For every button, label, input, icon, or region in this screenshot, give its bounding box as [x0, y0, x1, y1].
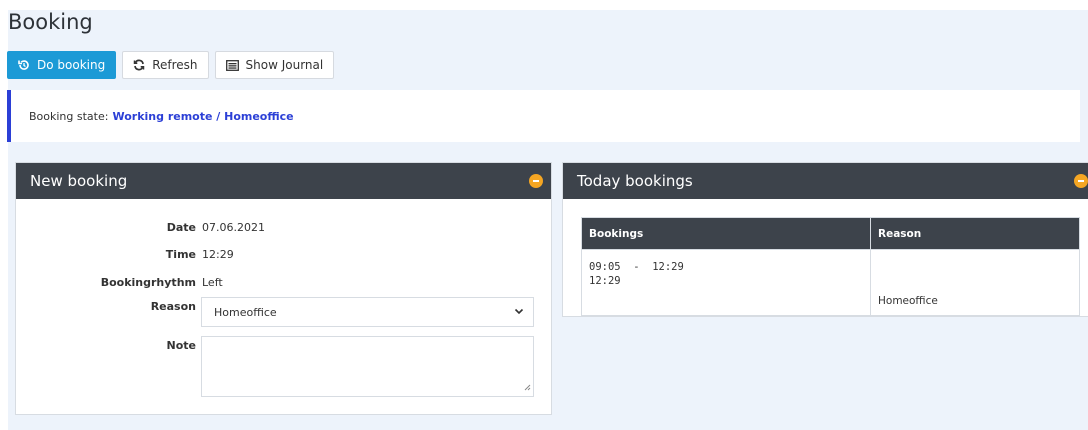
- reason-label: Reason: [150, 300, 196, 313]
- reason-select-value: Homeoffice: [214, 305, 277, 319]
- booking-time-range: 09:05 - 12:29: [589, 261, 684, 273]
- booking-icon: [18, 59, 30, 71]
- today-bookings-table: Bookings Reason 09:05 - 12:29 12:29 Home…: [581, 217, 1080, 316]
- today-bookings-title: Today bookings: [577, 172, 693, 190]
- reason-select[interactable]: Homeoffice: [201, 297, 534, 327]
- new-booking-header: New booking: [16, 163, 551, 199]
- new-booking-panel: New booking Date 07.06.2021 Time 12:29 B…: [15, 162, 552, 415]
- chevron-down-icon: [514, 306, 524, 319]
- note-label: Note: [166, 339, 196, 352]
- date-label: Date: [166, 221, 196, 234]
- column-header-reason: Reason: [870, 217, 1080, 250]
- table-row: 09:05 - 12:29 12:29 Homeoffice: [581, 249, 1080, 316]
- booking-times-cell: 09:05 - 12:29 12:29: [581, 249, 871, 316]
- booking-state-label: Booking state:: [29, 109, 109, 123]
- do-booking-button[interactable]: Do booking: [7, 51, 117, 79]
- new-booking-title: New booking: [30, 172, 128, 190]
- do-booking-label: Do booking: [37, 58, 106, 72]
- bookingrhythm-value: Left: [202, 276, 223, 289]
- today-bookings-panel: Today bookings Bookings Reason 09:05 - 1…: [562, 162, 1088, 317]
- column-header-bookings: Bookings: [581, 217, 871, 250]
- refresh-icon: [133, 59, 145, 71]
- show-journal-label: Show Journal: [245, 58, 324, 72]
- show-journal-button[interactable]: Show Journal: [214, 51, 335, 79]
- resize-grip-icon[interactable]: [524, 381, 531, 394]
- refresh-button[interactable]: Refresh: [122, 51, 209, 79]
- time-label: Time: [165, 248, 196, 261]
- refresh-label: Refresh: [152, 58, 198, 72]
- booking-state-value: Working remote / Homeoffice: [112, 109, 294, 123]
- table-header-row: Bookings Reason: [581, 217, 1080, 250]
- booking-reason-cell: Homeoffice: [870, 249, 1080, 316]
- page-title: Booking: [8, 10, 93, 34]
- collapse-icon[interactable]: [529, 174, 543, 188]
- journal-icon: [225, 59, 239, 71]
- note-textarea[interactable]: [201, 336, 534, 397]
- bookingrhythm-label: Bookingrhythm: [100, 276, 196, 289]
- toolbar: Do booking Refresh Show Journal: [7, 51, 335, 79]
- today-bookings-header: Today bookings: [563, 163, 1088, 199]
- date-value: 07.06.2021: [202, 221, 265, 234]
- booking-state-bar: Booking state: Working remote / Homeoffi…: [7, 90, 1080, 142]
- time-value: 12:29: [202, 248, 234, 261]
- collapse-icon[interactable]: [1074, 174, 1088, 188]
- booking-time-current: 12:29: [589, 275, 621, 287]
